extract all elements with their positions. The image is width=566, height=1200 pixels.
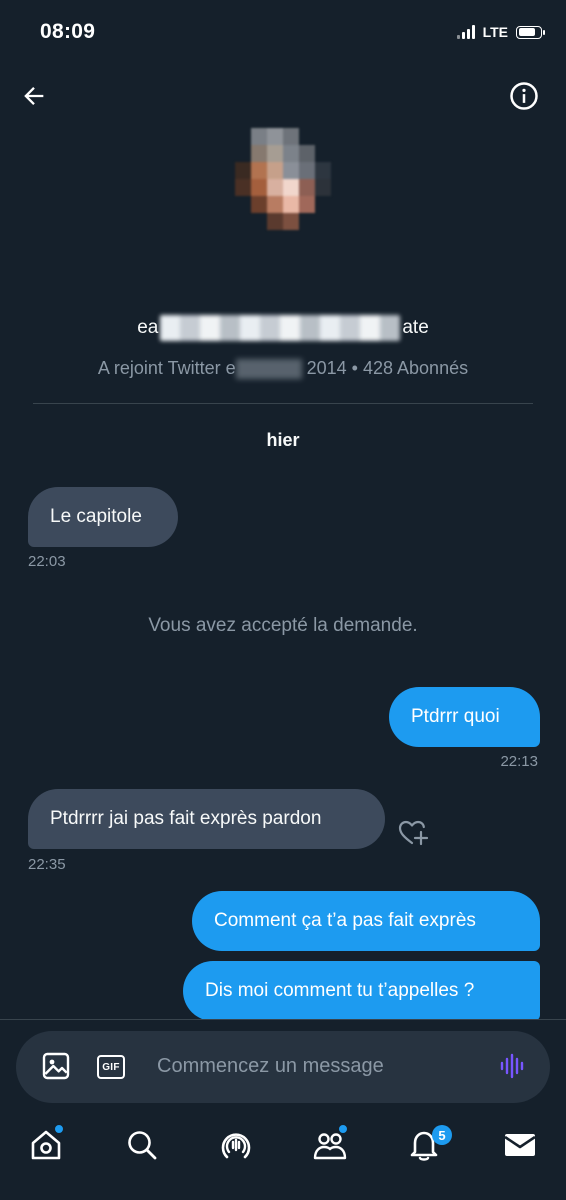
profile-name[interactable]: ea ate	[0, 315, 566, 341]
nav-messages[interactable]	[502, 1127, 538, 1163]
back-button[interactable]	[16, 78, 52, 114]
battery-icon	[516, 25, 545, 39]
network-label: LTE	[482, 24, 508, 40]
nav-spaces[interactable]	[218, 1127, 254, 1163]
status-indicators: LTE	[456, 24, 545, 40]
image-icon	[42, 1052, 70, 1080]
composer-divider	[0, 1019, 566, 1020]
name-redaction	[160, 315, 401, 341]
arrow-left-icon	[24, 87, 44, 105]
divider	[33, 403, 533, 404]
message-timestamp: 22:03	[28, 553, 66, 570]
conversation-info-button[interactable]	[506, 78, 542, 114]
message-bubble-incoming[interactable]: Le capitole	[28, 487, 178, 547]
mail-icon	[504, 1134, 536, 1156]
system-message: Vous avez accepté la demande.	[148, 615, 418, 636]
message-bubble-outgoing[interactable]: Ptdrrr quoi	[389, 687, 540, 747]
profile-name-prefix: ea	[137, 317, 159, 339]
profile-meta-prefix: A rejoint Twitter e	[97, 358, 236, 378]
spaces-icon	[221, 1133, 251, 1159]
home-notification-dot	[54, 1124, 64, 1134]
heart-plus-icon	[398, 820, 429, 846]
message-bubble-incoming[interactable]: Ptdrrrr jai pas fait exprès pardon	[28, 789, 385, 849]
add-reaction-button[interactable]	[398, 818, 430, 848]
gif-button[interactable]: GIF	[97, 1055, 125, 1079]
day-separator: hier	[266, 430, 300, 450]
info-icon	[510, 82, 538, 110]
communities-notification-dot	[338, 1124, 348, 1134]
avatar[interactable]	[235, 128, 331, 232]
profile-meta: A rejoint Twitter e 2014 • 428 Abonnés	[0, 358, 566, 380]
voice-waveform-icon	[500, 1053, 524, 1079]
search-icon	[128, 1131, 157, 1160]
message-timestamp: 22:35	[28, 856, 66, 873]
profile-meta-suffix: 2014 • 428 Abonnés	[306, 358, 469, 378]
nav-search[interactable]	[124, 1127, 160, 1163]
signal-icon	[456, 25, 475, 39]
message-bubble-outgoing[interactable]: Dis moi comment tu t’appelles ?	[183, 961, 540, 1021]
add-image-button[interactable]	[40, 1050, 72, 1082]
notification-count-badge: 5	[432, 1125, 452, 1145]
profile-name-suffix: ate	[402, 317, 429, 339]
meta-redaction	[235, 359, 302, 380]
message-timestamp: 22:13	[500, 753, 538, 770]
status-time: 08:09	[40, 20, 96, 43]
message-bubble-outgoing[interactable]: Comment ça t’a pas fait exprès	[192, 891, 540, 951]
voice-message-button[interactable]	[496, 1050, 528, 1082]
message-input[interactable]	[157, 1050, 477, 1082]
